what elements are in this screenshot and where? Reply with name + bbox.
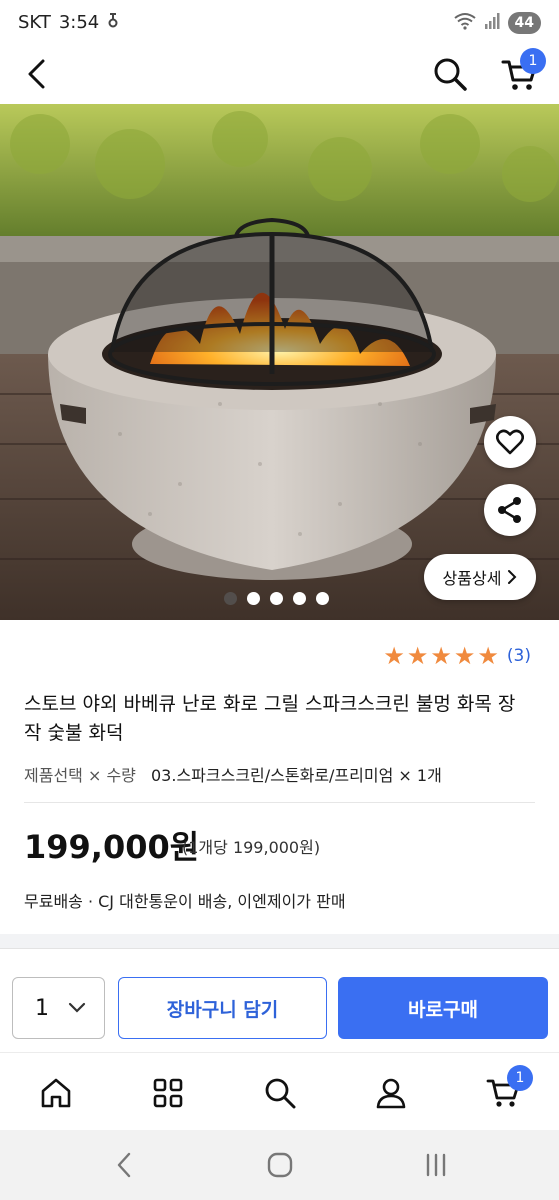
buy-now-button[interactable]: 바로구매 <box>338 977 548 1039</box>
cart-button[interactable]: 1 <box>494 48 546 98</box>
system-home-button[interactable] <box>260 1148 300 1182</box>
quantity-select[interactable]: 1 <box>12 977 105 1039</box>
gallery-pagination <box>224 592 329 605</box>
recents-icon <box>426 1153 446 1177</box>
system-navigation-bar <box>0 1130 559 1200</box>
gallery-dot[interactable] <box>270 592 283 605</box>
nav-my-page[interactable] <box>369 1071 413 1115</box>
share-icon <box>498 497 521 523</box>
review-count-link[interactable]: (3) <box>507 646 531 666</box>
option-label: 제품선택 × 수량 <box>24 766 136 785</box>
home-circle-icon <box>267 1152 293 1178</box>
notification-icon <box>107 12 119 33</box>
status-bar: SKT 3:54 44 <box>0 0 559 46</box>
unit-price: (1개당 199,000원) <box>182 838 321 857</box>
battery-level: 44 <box>507 12 541 34</box>
product-rating[interactable]: ★ ★ ★ ★ ★ (3) <box>383 642 531 670</box>
search-button[interactable] <box>428 52 472 96</box>
star-icon: ★ <box>383 642 405 670</box>
bottom-nav: 1 <box>0 1052 559 1130</box>
product-title: 스토브 야외 바베큐 난로 화로 그릴 스파크스크린 불멍 화목 장작 숯불 화… <box>24 693 516 744</box>
product-image-gallery[interactable]: 상품상세 <box>0 104 559 620</box>
product-detail-button[interactable]: 상품상세 <box>424 554 536 600</box>
chevron-down-icon <box>68 1002 86 1013</box>
chevron-right-icon <box>508 570 517 584</box>
purchase-bar: 1 장바구니 담기 바로구매 <box>0 948 559 1052</box>
divider <box>24 802 535 803</box>
nav-cart-badge: 1 <box>507 1065 533 1091</box>
app-header: 1 <box>0 46 559 104</box>
search-icon <box>265 1078 296 1109</box>
carrier-label: SKT <box>18 12 51 33</box>
gallery-dot[interactable] <box>316 592 329 605</box>
status-left: SKT 3:54 <box>18 12 119 33</box>
system-back-button[interactable] <box>104 1148 144 1182</box>
back-button[interactable] <box>16 54 56 94</box>
signal-icon <box>484 13 500 33</box>
nav-search[interactable] <box>258 1071 302 1115</box>
star-icon: ★ <box>430 642 452 670</box>
product-photo <box>0 104 559 620</box>
search-icon <box>434 58 467 91</box>
wishlist-button[interactable] <box>484 416 536 468</box>
product-price: 199,000원 <box>24 828 200 866</box>
share-button[interactable] <box>484 484 536 536</box>
chevron-left-icon <box>28 59 45 89</box>
star-icon: ★ <box>477 642 499 670</box>
product-detail-label: 상품상세 <box>442 569 502 588</box>
nav-home[interactable] <box>34 1071 78 1115</box>
chevron-left-icon <box>117 1152 131 1178</box>
star-icon: ★ <box>453 642 476 670</box>
wifi-icon <box>453 12 476 34</box>
shipping-info: 무료배송 · CJ 대한통운이 배송, 이엔제이가 판매 <box>24 892 346 911</box>
nav-cart[interactable]: 1 <box>481 1065 533 1115</box>
status-right: 44 <box>453 12 541 34</box>
heart-icon <box>496 429 524 455</box>
section-separator <box>0 934 559 948</box>
option-value: 03.스파크스크린/스톤화로/프리미엄 × 1개 <box>151 766 442 785</box>
add-to-cart-button[interactable]: 장바구니 담기 <box>118 977 327 1039</box>
star-icon: ★ <box>406 642 429 670</box>
grid-icon <box>153 1078 183 1108</box>
nav-categories[interactable] <box>146 1071 190 1115</box>
cart-count-badge: 1 <box>520 48 546 74</box>
clock: 3:54 <box>58 12 100 33</box>
system-recents-button[interactable] <box>416 1148 456 1182</box>
gallery-dot[interactable] <box>224 592 237 605</box>
home-icon <box>41 1078 71 1108</box>
quantity-value: 1 <box>35 995 49 1021</box>
gallery-dot[interactable] <box>247 592 260 605</box>
selected-option: 제품선택 × 수량 03.스파크스크린/스톤화로/프리미엄 × 1개 <box>24 762 442 786</box>
gallery-dot[interactable] <box>293 592 306 605</box>
user-icon <box>376 1078 406 1109</box>
